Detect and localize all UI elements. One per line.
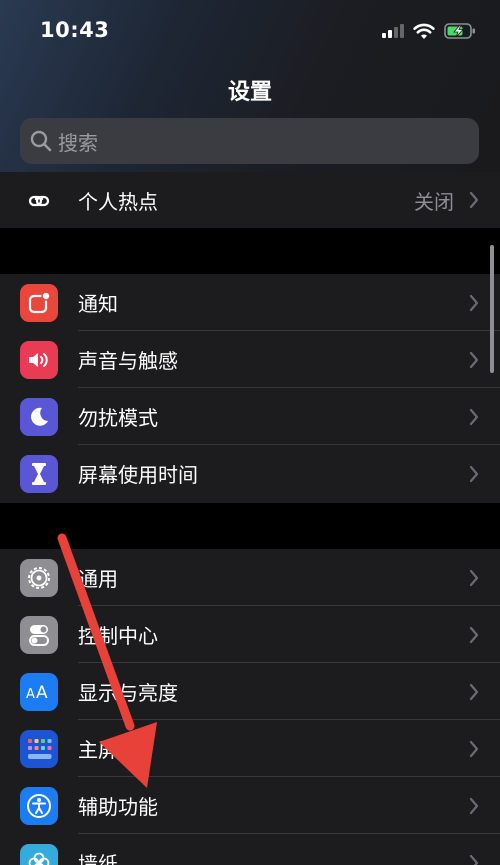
- chevron-right-icon: [468, 796, 480, 816]
- settings-row-sounds[interactable]: 声音与触感: [0, 331, 500, 388]
- chevron-right-icon: [468, 190, 480, 210]
- chevron-right-icon: [468, 625, 480, 645]
- search-field[interactable]: 搜索: [20, 118, 479, 164]
- settings-row-label: 墙纸: [78, 852, 118, 865]
- settings-row-label: 主屏幕: [78, 738, 138, 762]
- search-icon: [30, 130, 52, 152]
- home-grid-icon: [20, 729, 58, 768]
- svg-text:A: A: [36, 683, 48, 703]
- settings-row-label: 通知: [78, 292, 118, 316]
- settings-row-hotspot[interactable]: 个人热点 关闭: [0, 172, 500, 228]
- chevron-right-icon: [468, 350, 480, 370]
- moon-icon: [20, 397, 58, 436]
- chevron-right-icon: [468, 293, 480, 313]
- settings-row-notifications[interactable]: 通知: [0, 274, 500, 331]
- settings-row-label: 辅助功能: [78, 795, 158, 819]
- wallpaper-icon: [20, 843, 58, 865]
- header: 10:43 设置 搜索: [0, 0, 500, 183]
- hotspot-status-value: 关闭: [414, 189, 454, 214]
- text-size-icon: A A: [20, 672, 58, 711]
- gear-icon: [20, 558, 58, 597]
- settings-row-do-not-disturb[interactable]: 勿扰模式: [0, 388, 500, 445]
- toggle-icon: [20, 615, 58, 654]
- settings-group-connectivity: 个人热点 关闭: [0, 172, 500, 228]
- status-time: 10:43: [40, 18, 110, 42]
- settings-row-screen-time[interactable]: 屏幕使用时间: [0, 445, 500, 502]
- settings-group-general: 通用 控制中心 A A 显示与亮度 主屏幕 辅助功能 墙纸: [0, 549, 500, 865]
- settings-row-accessibility[interactable]: 辅助功能: [0, 777, 500, 834]
- notifications-icon: [20, 283, 58, 322]
- settings-row-display[interactable]: A A 显示与亮度: [0, 663, 500, 720]
- chevron-right-icon: [468, 568, 480, 588]
- status-icons: [382, 20, 476, 42]
- accessibility-icon: [20, 786, 58, 825]
- hotspot-icon: [20, 182, 58, 220]
- battery-charging-icon: [444, 23, 475, 39]
- chevron-right-icon: [468, 739, 480, 759]
- settings-row-label: 控制中心: [78, 624, 158, 648]
- settings-row-label: 通用: [78, 567, 118, 591]
- svg-text:A: A: [26, 687, 35, 702]
- settings-row-control-center[interactable]: 控制中心: [0, 606, 500, 663]
- settings-row-label: 声音与触感: [78, 349, 178, 373]
- settings-row-label: 个人热点: [78, 189, 158, 214]
- scroll-indicator[interactable]: [490, 245, 494, 373]
- cellular-signal-icon: [382, 24, 404, 38]
- settings-row-label: 屏幕使用时间: [78, 463, 198, 487]
- chevron-right-icon: [468, 853, 480, 865]
- page-title: 设置: [227, 80, 272, 105]
- settings-row-general[interactable]: 通用: [0, 549, 500, 606]
- chevron-right-icon: [468, 407, 480, 427]
- settings-row-label: 勿扰模式: [78, 406, 158, 430]
- settings-row-home-screen[interactable]: 主屏幕: [0, 720, 500, 777]
- hourglass-icon: [20, 454, 58, 493]
- speaker-icon: [20, 340, 58, 379]
- chevron-right-icon: [468, 464, 480, 484]
- settings-screen: 10:43 设置 搜索 个人热点 关闭 通知 声音与触感 勿扰模式 屏幕使用时间…: [0, 0, 500, 865]
- settings-row-wallpaper[interactable]: 墙纸: [0, 834, 500, 865]
- settings-row-label: 显示与亮度: [78, 681, 178, 705]
- wifi-icon: [413, 23, 435, 39]
- chevron-right-icon: [468, 682, 480, 702]
- settings-group-notifications: 通知 声音与触感 勿扰模式 屏幕使用时间: [0, 274, 500, 503]
- search-placeholder: 搜索: [58, 130, 98, 155]
